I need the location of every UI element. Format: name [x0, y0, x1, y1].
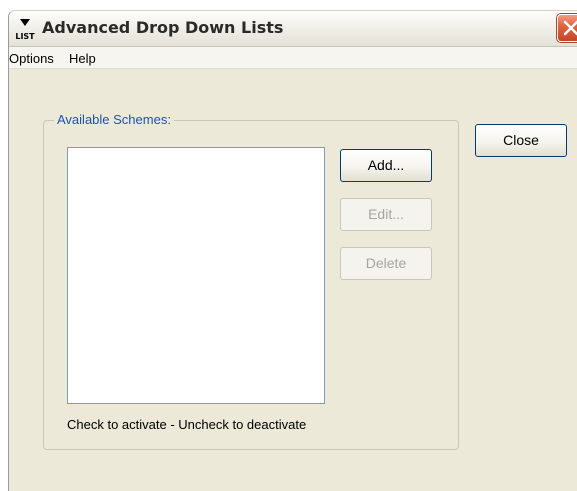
add-button[interactable]: Add...	[340, 149, 432, 182]
delete-button[interactable]: Delete	[340, 247, 432, 280]
window-title: Advanced Drop Down Lists	[42, 18, 284, 37]
available-schemes-label: Available Schemes:	[54, 112, 174, 127]
dialog-window: LIST Advanced Drop Down Lists Options He…	[8, 10, 577, 491]
title-close-button[interactable]	[557, 14, 577, 42]
schemes-checklist[interactable]	[67, 147, 325, 404]
menu-options[interactable]: Options	[9, 51, 54, 66]
close-button[interactable]: Close	[475, 124, 567, 157]
menu-bar: Options Help	[9, 47, 577, 69]
app-icon-label: LIST	[15, 32, 35, 41]
title-bar[interactable]: LIST Advanced Drop Down Lists	[9, 11, 577, 47]
activation-hint: Check to activate - Uncheck to deactivat…	[67, 417, 307, 432]
list-app-icon: LIST	[15, 19, 35, 41]
close-icon	[563, 20, 577, 36]
menu-help[interactable]: Help	[69, 51, 96, 66]
edit-button[interactable]: Edit...	[340, 198, 432, 231]
